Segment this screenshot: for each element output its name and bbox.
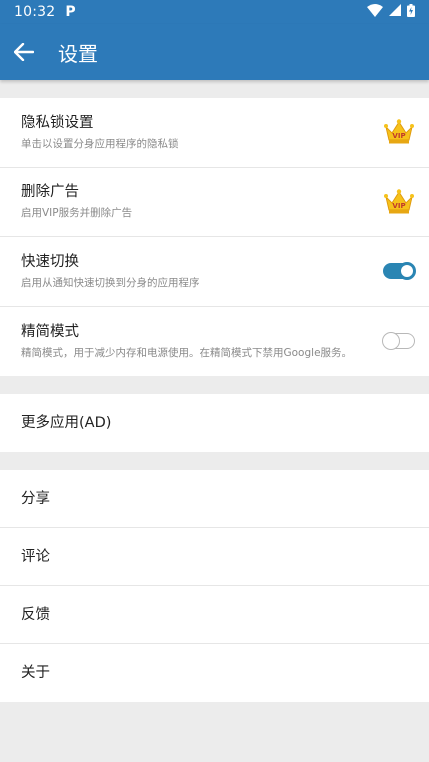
row-subtitle: 单击以设置分身应用程序的隐私锁 (21, 137, 179, 150)
row-title: 更多应用(AD) (21, 415, 112, 431)
vip-crown-icon: VIP (383, 118, 415, 146)
more-group: 更多应用(AD) (0, 394, 429, 452)
page-title: 设置 (58, 41, 98, 66)
battery-icon (407, 3, 415, 21)
info-group: 分享 评论 反馈 关于 (0, 470, 429, 702)
remove-ads-setting[interactable]: 删除广告 启用VIP服务并删除广告 VIP (0, 167, 429, 237)
row-subtitle: 启用从通知快速切换到分身的应用程序 (21, 276, 200, 289)
row-title: 隐私锁设置 (21, 114, 94, 131)
status-right (367, 3, 415, 21)
privacy-lock-setting[interactable]: 隐私锁设置 单击以设置分身应用程序的隐私锁 VIP (0, 98, 429, 168)
share-item[interactable]: 分享 (0, 470, 429, 528)
more-apps-item[interactable]: 更多应用(AD) (0, 394, 429, 452)
feedback-item[interactable]: 反馈 (0, 586, 429, 644)
wifi-icon (367, 3, 383, 21)
row-texts: 隐私锁设置 单击以设置分身应用程序的隐私锁 (21, 113, 179, 152)
arrow-back-icon[interactable] (12, 40, 36, 64)
settings-group: 隐私锁设置 单击以设置分身应用程序的隐私锁 VIP 删除广告 启用VIP服务并删… (0, 98, 429, 376)
signal-icon (389, 4, 401, 20)
vip-label: VIP (392, 202, 405, 210)
about-item[interactable]: 关于 (0, 644, 429, 702)
status-time: 10:32 (14, 4, 56, 20)
row-subtitle: 启用VIP服务并删除广告 (21, 207, 133, 220)
row-title: 反馈 (21, 606, 50, 623)
quick-switch-setting[interactable]: 快速切换 启用从通知快速切换到分身的应用程序 (0, 237, 429, 307)
lite-mode-setting[interactable]: 精简模式 精简模式，用于减少内存和电源使用。在精简模式下禁用Google服务。 (0, 306, 429, 376)
row-title: 评论 (21, 548, 50, 565)
status-bar: 10:32 P (0, 0, 429, 24)
app-bar: 设置 (0, 24, 429, 80)
toggle-knob (398, 262, 416, 281)
status-left: 10:32 P (14, 4, 76, 20)
lite-mode-toggle[interactable] (382, 332, 415, 351)
row-texts: 快速切换 启用从通知快速切换到分身的应用程序 (21, 252, 200, 291)
row-title: 删除广告 (21, 184, 79, 201)
row-texts: 删除广告 启用VIP服务并删除广告 (21, 182, 132, 221)
review-item[interactable]: 评论 (0, 528, 429, 586)
row-texts: 精简模式 精简模式，用于减少内存和电源使用。在精简模式下禁用Google服务。 (21, 322, 352, 361)
parking-p-icon: P (65, 4, 76, 20)
quick-switch-toggle[interactable] (383, 262, 416, 281)
settings-screen: 10:32 P 设置 隐私锁设置 单击以设置分身应用程序的隐私锁 VIP 删除广… (0, 0, 429, 762)
row-title: 精简模式 (21, 323, 79, 340)
row-title: 关于 (21, 665, 50, 681)
vip-label: VIP (392, 132, 405, 140)
row-title: 分享 (21, 490, 50, 507)
row-subtitle: 精简模式，用于减少内存和电源使用。在精简模式下禁用Google服务。 (21, 346, 353, 359)
row-title: 快速切换 (21, 253, 79, 270)
vip-crown-icon: VIP (383, 188, 415, 216)
